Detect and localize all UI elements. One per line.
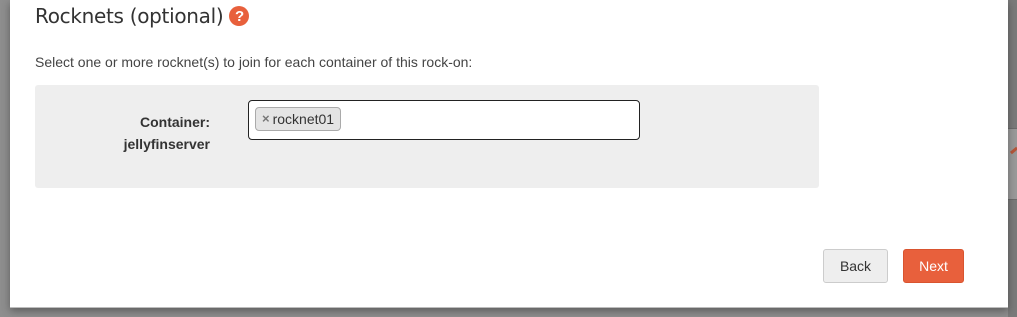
container-label: Container: jellyfinserver [75, 111, 210, 155]
background-page-fragment [1008, 128, 1017, 200]
question-circle-icon[interactable]: ? [229, 6, 250, 26]
container-panel: Container: jellyfinserver × rocknet01 [35, 85, 819, 188]
dialog-title: Rocknets (optional) ? [35, 4, 250, 28]
dialog-title-text: Rocknets (optional) [35, 4, 224, 28]
back-button[interactable]: Back [823, 249, 888, 283]
next-button[interactable]: Next [903, 249, 964, 283]
close-icon[interactable]: × [262, 108, 270, 130]
rocknet-multiselect[interactable]: × rocknet01 [248, 100, 640, 140]
container-name: jellyfinserver [123, 136, 210, 152]
dialog-description: Select one or more rocknet(s) to join fo… [35, 54, 473, 70]
rocknet-tag-label: rocknet01 [272, 111, 335, 127]
container-label-prefix: Container: [140, 114, 210, 130]
background-page [1008, 0, 1017, 317]
rocknets-dialog: Rocknets (optional) ? Select one or more… [10, 0, 1008, 308]
rocknet-tag: × rocknet01 [255, 107, 342, 131]
